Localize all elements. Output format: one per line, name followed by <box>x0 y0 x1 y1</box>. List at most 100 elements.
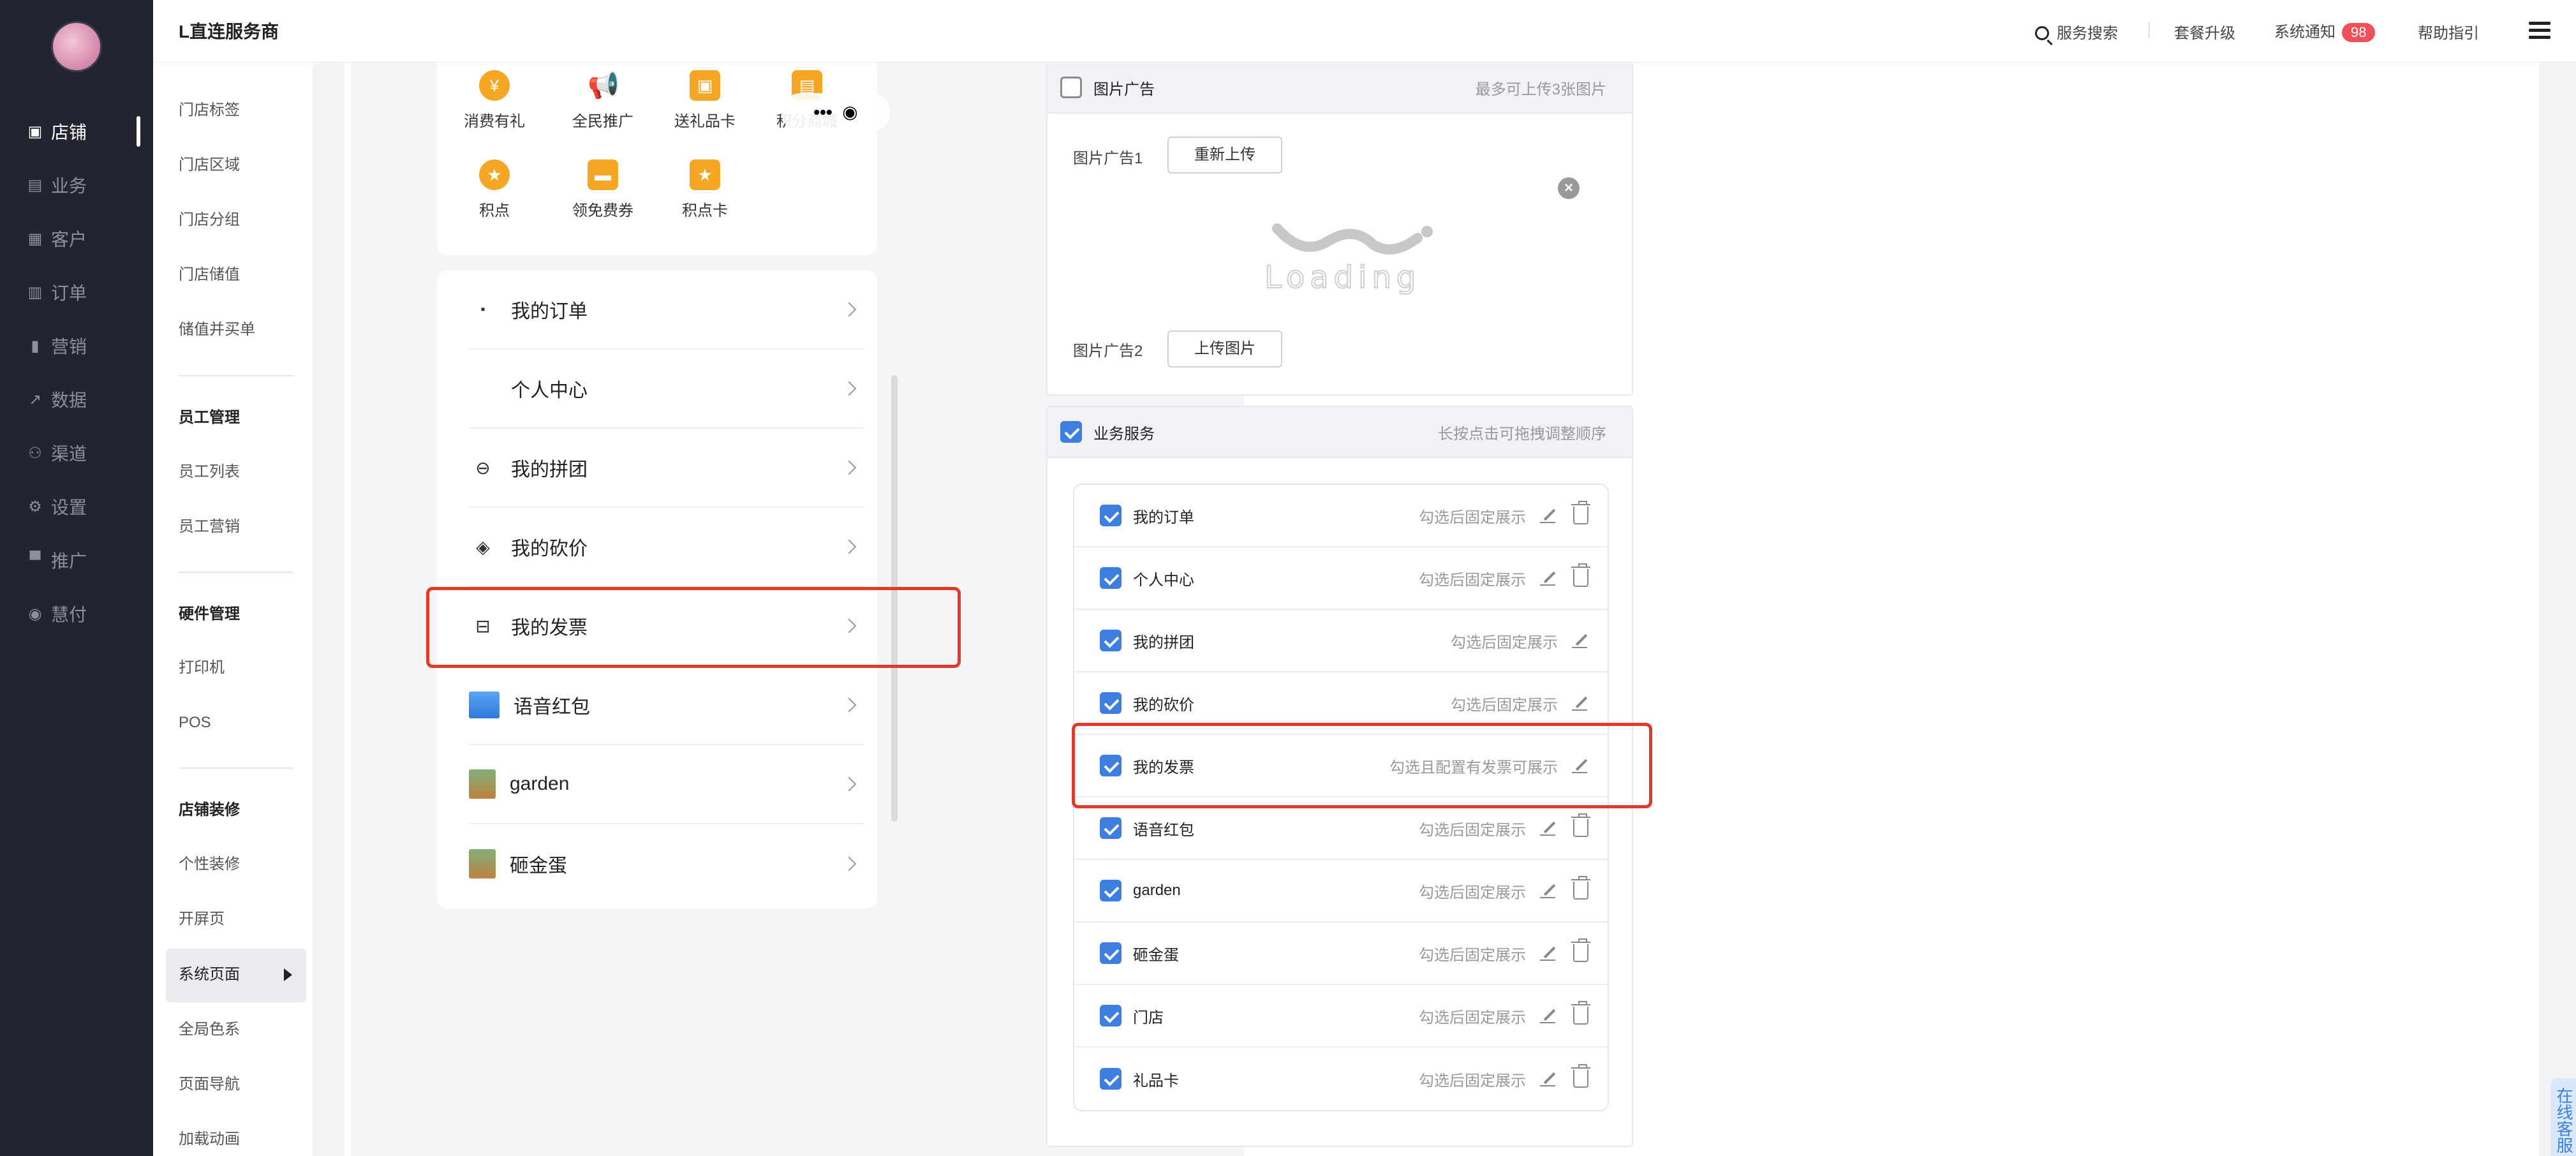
service-checkbox[interactable] <box>1100 567 1121 589</box>
service-checkbox[interactable] <box>1100 692 1121 714</box>
image-ad-2-label: 图片广告2 <box>1073 343 1143 360</box>
edit-icon[interactable] <box>1540 1007 1557 1024</box>
submenu-system-page[interactable]: 系统页面 <box>179 962 240 988</box>
submenu-store-tags[interactable]: 门店标签 <box>179 98 240 123</box>
edit-icon[interactable] <box>1572 695 1588 711</box>
chevron-right-icon <box>841 856 857 871</box>
grid-item-promote[interactable]: 📢 全民推广 <box>552 70 654 131</box>
nav-item-store[interactable]: ▣ 店铺 <box>0 105 153 158</box>
service-row-personal-center[interactable]: 个人中心 勾选后固定展示 <box>1074 547 1608 610</box>
nav-item-data[interactable]: ↗ 数据 <box>0 373 153 426</box>
submenu-splash-page[interactable]: 开屏页 <box>179 907 225 932</box>
nav-item-settings[interactable]: ⚙ 设置 <box>0 480 153 533</box>
submenu-global-color[interactable]: 全局色系 <box>179 1017 240 1042</box>
list-row-voice-redpacket[interactable]: 语音红包 <box>469 666 864 745</box>
order-icon: ▪ <box>480 302 485 316</box>
help-guide-link[interactable]: 帮助指引 <box>2418 20 2479 43</box>
grid-item-points-card[interactable]: ★ 积点卡 <box>654 159 756 220</box>
service-checkbox[interactable] <box>1100 1068 1121 1090</box>
upload-image-button[interactable]: 上传图片 <box>1167 330 1282 367</box>
miniprogram-capsule[interactable]: ••• ◉ <box>781 93 890 131</box>
tag-icon: ◈ <box>476 537 490 557</box>
chevron-right-icon <box>841 381 857 396</box>
online-service-tab[interactable]: 在线客服 <box>2550 1078 2576 1156</box>
grid-item-points[interactable]: ★ 积点 <box>443 159 545 220</box>
image-ad-checkbox[interactable] <box>1060 77 1082 98</box>
close-icon[interactable]: × <box>1558 177 1580 199</box>
submenu-loading-anim[interactable]: 加载动画 <box>179 1127 240 1152</box>
nav-item-pay[interactable]: ◉ 慧付 <box>0 587 153 641</box>
trash-icon[interactable] <box>1571 1064 1590 1088</box>
service-row-gift-card[interactable]: 礼品卡 勾选后固定展示 <box>1074 1048 1608 1110</box>
top-header: L直连服务商 服务搜索 套餐升级 系统通知 98 帮助指引 <box>153 0 2576 63</box>
submenu-staff-list[interactable]: 员工列表 <box>179 459 240 485</box>
grid-item-free-coupon[interactable]: ▬ 领免费券 <box>552 159 654 220</box>
trash-icon[interactable] <box>1571 563 1590 587</box>
service-checkbox[interactable] <box>1100 505 1121 526</box>
submenu-page-nav[interactable]: 页面导航 <box>179 1072 240 1097</box>
reupload-button[interactable]: 重新上传 <box>1167 137 1282 174</box>
edit-icon[interactable] <box>1540 507 1557 524</box>
trash-icon[interactable] <box>1571 1001 1590 1025</box>
gear-icon: ⚙ <box>28 498 42 515</box>
list-row-group-buy[interactable]: ⊖ 我的拼团 <box>469 429 864 508</box>
nav-item-business[interactable]: ▤ 业务 <box>0 158 153 212</box>
submenu-store-group[interactable]: 门店分组 <box>179 207 240 233</box>
phone-preview: ¥消费有礼 📢全民推广 ▣送礼品卡 ▤积分商城 ••• ◉ ★积点 ▬领免费券 … <box>424 63 899 911</box>
edit-icon[interactable] <box>1540 1071 1557 1087</box>
service-search-link[interactable]: 服务搜索 <box>2035 20 2118 43</box>
trash-icon[interactable] <box>1571 938 1590 962</box>
nav-item-marketing[interactable]: ▮ 营销 <box>0 319 153 373</box>
edit-icon[interactable] <box>1572 632 1588 649</box>
service-checkbox[interactable] <box>1100 880 1121 901</box>
nav-item-customer[interactable]: ▦ 客户 <box>0 212 153 265</box>
service-row-golden-egg[interactable]: 砸金蛋 勾选后固定展示 <box>1074 923 1608 985</box>
nav-item-promote[interactable]: ▀ 推广 <box>0 533 153 587</box>
trash-icon[interactable] <box>1571 813 1590 837</box>
main-sidebar: ▣ 店铺 ▤ 业务 ▦ 客户 ▥ 订单 ▮ 营销 ↗ 数据 ⚇ 渠道 ⚙ 设置 ▀ 推广 ◉ 慧付 <box>0 0 153 1156</box>
submenu-heading-decor: 店铺装修 <box>179 801 240 819</box>
list-row-garden[interactable]: garden <box>469 745 864 824</box>
service-row-group-buy[interactable]: 我的拼团 勾选后固定展示 <box>1074 610 1608 672</box>
grid-item-consume-gift[interactable]: ¥ 消费有礼 <box>443 70 545 131</box>
bar-chart-icon: ▮ <box>31 337 40 355</box>
loading-text: Loading <box>1264 260 1421 295</box>
service-checkbox[interactable] <box>1100 817 1121 839</box>
service-row-garden[interactable]: garden 勾选后固定展示 <box>1074 860 1608 923</box>
hamburger-menu-icon[interactable] <box>2529 22 2550 40</box>
avatar[interactable] <box>51 21 102 72</box>
submenu-pos[interactable]: POS <box>179 710 211 736</box>
image-ad-panel: 图片广告 最多可上传3张图片 图片广告1 重新上传 × Loading 图片广告… <box>1046 63 1633 396</box>
edit-icon[interactable] <box>1540 570 1557 586</box>
submenu-store-area[interactable]: 门店区域 <box>179 152 240 178</box>
list-row-personal-center[interactable]: 个人中心 <box>469 350 864 429</box>
plan-upgrade-link[interactable]: 套餐升级 <box>2174 20 2235 43</box>
grid-item-send-giftcard[interactable]: ▣ 送礼品卡 <box>654 70 756 131</box>
submenu-staff-marketing[interactable]: 员工营销 <box>179 514 240 540</box>
submenu-printer[interactable]: 打印机 <box>179 655 225 681</box>
submenu-deposit-pay[interactable]: 储值并买单 <box>179 317 255 343</box>
service-row-store[interactable]: 门店 勾选后固定展示 <box>1074 985 1608 1048</box>
trash-icon[interactable] <box>1571 501 1590 524</box>
submenu-divider <box>179 375 293 376</box>
briefcase-icon: ▤ <box>27 176 43 194</box>
edit-icon[interactable] <box>1540 820 1557 836</box>
edit-icon[interactable] <box>1540 882 1557 899</box>
giftbox-icon: ▣ <box>690 70 720 101</box>
edit-icon[interactable] <box>1540 945 1557 961</box>
list-row-golden-egg[interactable]: 砸金蛋 <box>469 824 864 903</box>
service-checkbox[interactable] <box>1100 630 1121 651</box>
submenu-custom-decor[interactable]: 个性装修 <box>179 852 240 877</box>
system-notice-link[interactable]: 系统通知 98 <box>2274 19 2376 42</box>
trash-icon[interactable] <box>1571 876 1590 900</box>
list-row-bargain[interactable]: ◈ 我的砍价 <box>469 508 864 587</box>
submenu-store-deposit[interactable]: 门店储值 <box>179 262 240 288</box>
list-row-my-orders[interactable]: ▪ 我的订单 <box>469 270 864 350</box>
nav-item-order[interactable]: ▥ 订单 <box>0 265 153 319</box>
nav-item-channel[interactable]: ⚇ 渠道 <box>0 426 153 480</box>
service-checkbox[interactable] <box>1100 942 1121 964</box>
service-checkbox[interactable] <box>1100 1005 1121 1026</box>
business-services-checkbox[interactable] <box>1060 421 1082 443</box>
service-row-my-orders[interactable]: 我的订单 勾选后固定展示 <box>1074 485 1608 547</box>
notice-count-badge: 98 <box>2342 23 2376 42</box>
